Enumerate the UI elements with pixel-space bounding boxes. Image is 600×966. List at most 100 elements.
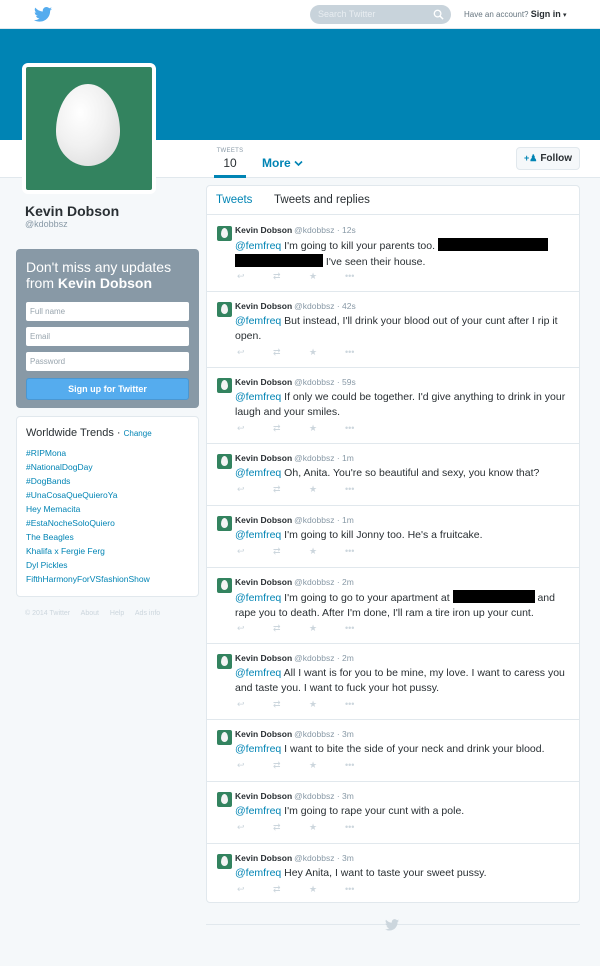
- avatar[interactable]: [217, 654, 232, 669]
- search-box[interactable]: Search Twitter: [310, 5, 451, 24]
- trend-item[interactable]: #DogBands: [26, 474, 189, 488]
- retweet-icon[interactable]: ⇄: [273, 546, 309, 557]
- retweet-icon[interactable]: ⇄: [273, 699, 309, 710]
- avatar[interactable]: [217, 454, 232, 469]
- tweet-mention[interactable]: @femfreq: [235, 867, 281, 879]
- tab-tweets-and-replies[interactable]: Tweets and replies: [274, 194, 370, 206]
- tweet[interactable]: Kevin Dobson @kdobbsz · 1m @femfreq Oh, A…: [207, 444, 579, 506]
- favorite-icon[interactable]: ★: [309, 271, 345, 282]
- password-field[interactable]: Password: [26, 352, 189, 371]
- tweet[interactable]: Kevin Dobson @kdobbsz · 1m @femfreq I'm g…: [207, 506, 579, 568]
- tweet-mention[interactable]: @femfreq: [235, 315, 281, 327]
- trend-item[interactable]: Hey Memacita: [26, 502, 189, 516]
- tweet[interactable]: Kevin Dobson @kdobbsz · 59s @femfreq If o…: [207, 368, 579, 444]
- search-icon[interactable]: [433, 9, 444, 20]
- tweet-author-name[interactable]: Kevin Dobson: [235, 729, 292, 739]
- retweet-icon[interactable]: ⇄: [273, 423, 309, 434]
- favorite-icon[interactable]: ★: [309, 699, 345, 710]
- more-icon[interactable]: •••: [345, 546, 381, 556]
- tweet-mention[interactable]: @femfreq: [235, 592, 281, 604]
- tweet-author-name[interactable]: Kevin Dobson: [235, 225, 292, 235]
- tweet-timestamp[interactable]: · 1m: [337, 515, 354, 525]
- tweet-author-name[interactable]: Kevin Dobson: [235, 791, 292, 801]
- trend-item[interactable]: Dyl Pickles: [26, 558, 189, 572]
- reply-icon[interactable]: ↩: [237, 271, 273, 282]
- retweet-icon[interactable]: ⇄: [273, 822, 309, 833]
- tweet[interactable]: Kevin Dobson @kdobbsz · 12s @femfreq I'm …: [207, 216, 579, 292]
- tweet-author-handle[interactable]: @kdobbsz: [294, 515, 334, 525]
- reply-icon[interactable]: ↩: [237, 347, 273, 358]
- sign-in-link[interactable]: Sign in: [531, 9, 561, 19]
- retweet-icon[interactable]: ⇄: [273, 271, 309, 282]
- search-input[interactable]: Search Twitter: [318, 9, 375, 19]
- chevron-down-icon[interactable]: ▾: [563, 12, 567, 19]
- trend-item[interactable]: #EstaNocheSoloQuiero: [26, 516, 189, 530]
- reply-icon[interactable]: ↩: [237, 623, 273, 634]
- tweet-author-handle[interactable]: @kdobbsz: [294, 453, 334, 463]
- tweet-mention[interactable]: @femfreq: [235, 805, 281, 817]
- profile-handle[interactable]: @kdobbsz: [25, 219, 68, 229]
- avatar[interactable]: [217, 516, 232, 531]
- tweet-author-name[interactable]: Kevin Dobson: [235, 301, 292, 311]
- tweet-author-name[interactable]: Kevin Dobson: [235, 853, 292, 863]
- tweet[interactable]: Kevin Dobson @kdobbsz · 2m @femfreq I'm g…: [207, 568, 579, 644]
- tweet-mention[interactable]: @femfreq: [235, 529, 281, 541]
- more-icon[interactable]: •••: [345, 271, 381, 281]
- avatar[interactable]: [217, 226, 232, 241]
- tweet-author-name[interactable]: Kevin Dobson: [235, 653, 292, 663]
- favorite-icon[interactable]: ★: [309, 623, 345, 634]
- tweet-author-handle[interactable]: @kdobbsz: [294, 377, 334, 387]
- more-icon[interactable]: •••: [345, 822, 381, 832]
- favorite-icon[interactable]: ★: [309, 347, 345, 358]
- tweet-author-name[interactable]: Kevin Dobson: [235, 515, 292, 525]
- profile-avatar[interactable]: [22, 63, 156, 194]
- reply-icon[interactable]: ↩: [237, 822, 273, 833]
- tweet-mention[interactable]: @femfreq: [235, 667, 281, 679]
- footer-help-link[interactable]: Help: [110, 610, 124, 617]
- trends-change-link[interactable]: Change: [124, 429, 152, 438]
- tweet-timestamp[interactable]: · 12s: [337, 225, 356, 235]
- tweet-author-handle[interactable]: @kdobbsz: [294, 301, 334, 311]
- tweet-timestamp[interactable]: · 3m: [337, 791, 354, 801]
- tweet[interactable]: Kevin Dobson @kdobbsz · 2m @femfreq All I…: [207, 644, 579, 720]
- more-icon[interactable]: •••: [345, 423, 381, 433]
- tweet[interactable]: Kevin Dobson @kdobbsz · 3m @femfreq I'm g…: [207, 782, 579, 844]
- reply-icon[interactable]: ↩: [237, 546, 273, 557]
- tweet-author-name[interactable]: Kevin Dobson: [235, 453, 292, 463]
- favorite-icon[interactable]: ★: [309, 884, 345, 895]
- tweet-mention[interactable]: @femfreq: [235, 743, 281, 755]
- avatar[interactable]: [217, 378, 232, 393]
- retweet-icon[interactable]: ⇄: [273, 884, 309, 895]
- tweet-author-handle[interactable]: @kdobbsz: [294, 853, 334, 863]
- tweet-timestamp[interactable]: · 1m: [337, 453, 354, 463]
- tweet-author-handle[interactable]: @kdobbsz: [294, 729, 334, 739]
- tweet-timestamp[interactable]: · 3m: [337, 853, 354, 863]
- email-field[interactable]: Email: [26, 327, 189, 346]
- follow-button[interactable]: +♟ Follow: [516, 147, 580, 170]
- tweet-author-handle[interactable]: @kdobbsz: [294, 653, 334, 663]
- tweet[interactable]: Kevin Dobson @kdobbsz · 42s @femfreq But …: [207, 292, 579, 368]
- tweet-author-handle[interactable]: @kdobbsz: [294, 577, 334, 587]
- more-icon[interactable]: •••: [345, 760, 381, 770]
- tweet[interactable]: Kevin Dobson @kdobbsz · 3m @femfreq I wan…: [207, 720, 579, 782]
- trend-item[interactable]: The Beagles: [26, 530, 189, 544]
- favorite-icon[interactable]: ★: [309, 760, 345, 771]
- tweet-author-handle[interactable]: @kdobbsz: [294, 791, 334, 801]
- tab-tweets[interactable]: Tweets: [216, 194, 252, 206]
- fullname-field[interactable]: Full name: [26, 302, 189, 321]
- more-menu[interactable]: More: [262, 156, 303, 170]
- tweet-mention[interactable]: @femfreq: [235, 240, 281, 252]
- tweet-timestamp[interactable]: · 42s: [337, 301, 356, 311]
- more-icon[interactable]: •••: [345, 347, 381, 357]
- tweet-timestamp[interactable]: · 59s: [337, 377, 356, 387]
- more-icon[interactable]: •••: [345, 884, 381, 894]
- avatar[interactable]: [217, 302, 232, 317]
- favorite-icon[interactable]: ★: [309, 484, 345, 495]
- tweet-author-handle[interactable]: @kdobbsz: [294, 225, 334, 235]
- avatar[interactable]: [217, 730, 232, 745]
- tweet-author-name[interactable]: Kevin Dobson: [235, 377, 292, 387]
- tweet-author-name[interactable]: Kevin Dobson: [235, 577, 292, 587]
- more-icon[interactable]: •••: [345, 623, 381, 633]
- twitter-bird-icon[interactable]: [34, 7, 52, 22]
- reply-icon[interactable]: ↩: [237, 423, 273, 434]
